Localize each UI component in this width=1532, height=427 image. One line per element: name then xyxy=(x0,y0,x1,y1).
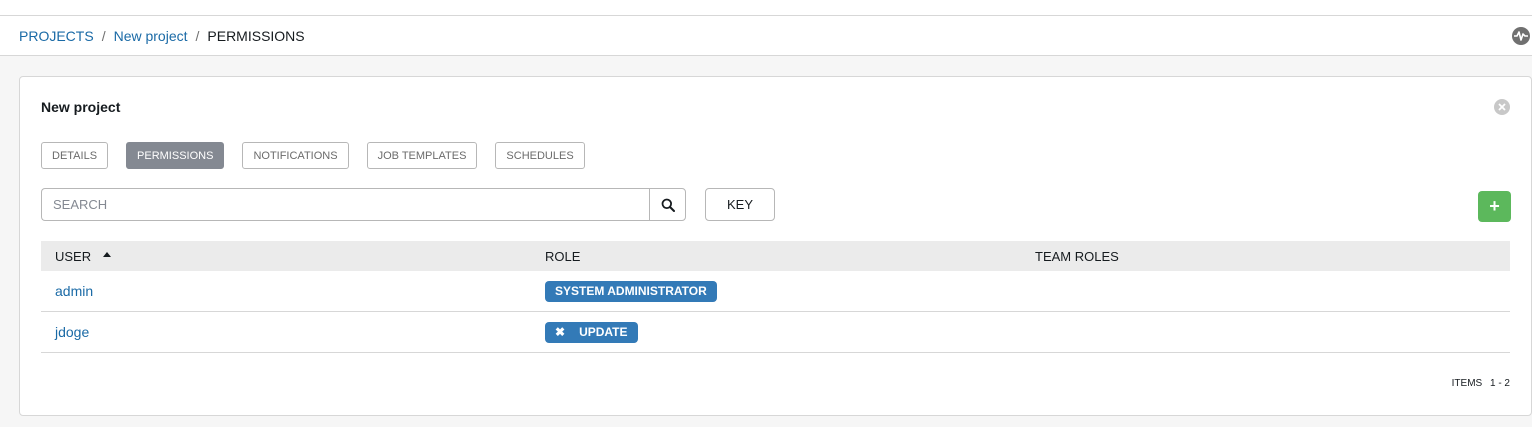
items-label: ITEMS xyxy=(1451,378,1483,389)
search-input[interactable] xyxy=(41,188,649,221)
breadcrumb-projects[interactable]: PROJECTS xyxy=(19,28,94,44)
permissions-table: USER ROLE TEAM ROLES admin SYSTEM ADMINI… xyxy=(41,241,1510,353)
tab-notifications[interactable]: NOTIFICATIONS xyxy=(242,142,349,169)
activity-stream-icon[interactable] xyxy=(1512,27,1530,45)
table-row: jdoge ✖ UPDATE xyxy=(41,312,1510,353)
sort-ascending-icon xyxy=(103,252,112,257)
breadcrumb-new-project[interactable]: New project xyxy=(114,28,188,44)
add-button[interactable]: + xyxy=(1478,191,1511,222)
items-range: 1 - 2 xyxy=(1489,378,1510,389)
remove-role-icon[interactable]: ✖ xyxy=(555,325,565,339)
breadcrumb: PROJECTS / New project / PERMISSIONS xyxy=(19,28,305,44)
breadcrumb-separator: / xyxy=(195,27,200,44)
breadcrumb-separator: / xyxy=(101,27,106,44)
tab-details[interactable]: DETAILS xyxy=(41,142,109,169)
breadcrumb-current: PERMISSIONS xyxy=(207,27,305,44)
close-icon[interactable] xyxy=(1494,99,1510,115)
tab-job-templates[interactable]: JOB TEMPLATES xyxy=(366,142,478,169)
user-link[interactable]: jdoge xyxy=(55,324,89,340)
role-badge: ✖ UPDATE xyxy=(545,321,638,343)
user-link[interactable]: admin xyxy=(55,283,93,299)
role-label: SYSTEM ADMINISTRATOR xyxy=(555,284,707,298)
tab-schedules[interactable]: SCHEDULES xyxy=(495,142,585,169)
role-cell: SYSTEM ADMINISTRATOR xyxy=(531,280,1021,302)
column-header-team-roles: TEAM ROLES xyxy=(1021,249,1510,264)
breadcrumb-bar: PROJECTS / New project / PERMISSIONS xyxy=(0,16,1532,56)
column-header-label: TEAM ROLES xyxy=(1035,248,1119,264)
search-bar xyxy=(41,188,686,221)
user-cell: jdoge xyxy=(41,324,531,340)
table-row: admin SYSTEM ADMINISTRATOR xyxy=(41,271,1510,312)
column-header-user[interactable]: USER xyxy=(41,249,531,264)
search-button[interactable] xyxy=(649,188,686,221)
tab-bar: DETAILS PERMISSIONS NOTIFICATIONS JOB TE… xyxy=(41,142,603,169)
tab-permissions[interactable]: PERMISSIONS xyxy=(126,142,225,169)
panel-title: New project xyxy=(41,99,121,115)
column-header-role: ROLE xyxy=(531,249,1021,264)
table-header: USER ROLE TEAM ROLES xyxy=(41,241,1510,271)
project-panel: New project DETAILS PERMISSIONS NOTIFICA… xyxy=(19,76,1532,416)
search-icon xyxy=(661,198,675,212)
pagination-count: ITEMS 1 - 2 xyxy=(1452,378,1510,389)
user-cell: admin xyxy=(41,283,531,299)
column-header-label: USER xyxy=(55,248,92,264)
top-bar xyxy=(0,0,1532,16)
role-label: UPDATE xyxy=(579,325,628,339)
role-cell: ✖ UPDATE xyxy=(531,321,1021,343)
key-button[interactable]: KEY xyxy=(705,188,775,221)
column-header-label: ROLE xyxy=(545,248,581,264)
role-badge: SYSTEM ADMINISTRATOR xyxy=(545,280,717,302)
